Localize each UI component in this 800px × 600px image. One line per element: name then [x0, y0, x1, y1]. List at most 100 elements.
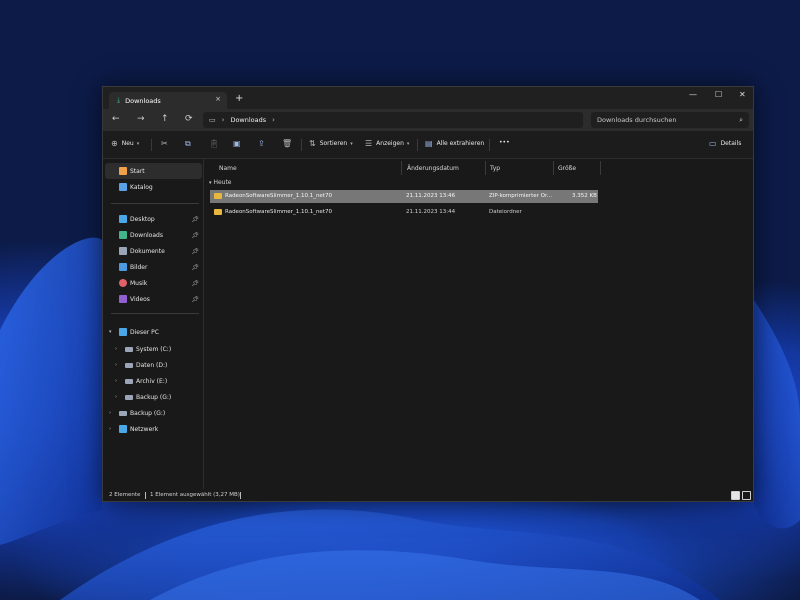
pin-icon[interactable]: 📌︎: [191, 296, 199, 303]
paste-icon: 📋︎: [209, 139, 220, 148]
cut-button[interactable]: ✂: [161, 139, 172, 148]
more-options-button[interactable]: •••: [499, 139, 510, 146]
column-header-size[interactable]: Größe: [558, 165, 576, 172]
details-button[interactable]: ▭ Details: [709, 139, 741, 148]
file-date: 21.11.2023 13:44: [406, 209, 456, 215]
sidebar-item-label: Dieser PC: [130, 328, 159, 336]
copy-button[interactable]: ⧉: [185, 139, 195, 149]
more-label: •••: [499, 139, 510, 146]
drive-icon: [125, 346, 133, 352]
sidebar-item-netzwerk[interactable]: › Netzwerk: [105, 421, 202, 437]
toolbar-divider: [489, 139, 490, 151]
chevron-down-icon[interactable]: ▾: [109, 329, 112, 335]
sidebar-item-katalog[interactable]: Katalog: [105, 179, 202, 195]
view-button[interactable]: ☰ Anzeigen ▾: [365, 139, 409, 148]
chevron-right-icon[interactable]: ›: [115, 346, 117, 352]
close-button[interactable]: ✕: [739, 90, 746, 99]
sidebar-item-daten-d[interactable]: › Daten (D:): [105, 357, 202, 373]
pin-icon[interactable]: 📌︎: [191, 264, 199, 271]
address-bar[interactable]: ▭ › Downloads ›: [203, 112, 583, 128]
sidebar-item-videos[interactable]: Videos 📌︎: [105, 291, 202, 307]
status-bar: 2 Elemente 1 Element ausgewählt (3,27 MB…: [103, 489, 753, 501]
back-button[interactable]: ←: [112, 114, 120, 124]
group-header-today[interactable]: ▾ Heute: [209, 179, 232, 186]
table-row[interactable]: RadeonSoftwareSlimmer_1.10.1_net70 21.11…: [210, 190, 598, 203]
sidebar-item-label: Daten (D:): [136, 361, 168, 369]
maximize-button[interactable]: ☐: [715, 90, 722, 99]
sidebar-item-label: Netzwerk: [130, 425, 159, 433]
tiles-view-toggle[interactable]: [742, 491, 751, 500]
drive-icon: [125, 394, 133, 400]
search-box[interactable]: Downloads durchsuchen ⌕: [591, 112, 749, 128]
monitor-icon: ▭: [209, 116, 216, 124]
chevron-right-icon[interactable]: ›: [109, 426, 111, 432]
file-rows: RadeonSoftwareSlimmer_1.10.1_net70 21.11…: [204, 190, 598, 230]
new-button[interactable]: ⊕ Neu ▾: [111, 139, 139, 148]
chevron-down-icon: ▾: [350, 140, 353, 147]
chevron-right-icon[interactable]: ›: [115, 378, 117, 384]
details-view-toggle[interactable]: [731, 491, 740, 500]
chevron-right-icon[interactable]: ›: [115, 362, 117, 368]
extract-all-button[interactable]: ▤ Alle extrahieren: [425, 139, 484, 148]
refresh-button[interactable]: ⟳: [185, 114, 193, 124]
minimize-button[interactable]: —: [689, 90, 697, 99]
sidebar-item-archiv-e[interactable]: › Archiv (E:): [105, 373, 202, 389]
sidebar-item-start[interactable]: Start: [105, 163, 202, 179]
chevron-down-icon: ▾: [209, 180, 212, 186]
column-divider[interactable]: [485, 161, 486, 175]
extract-label: Alle extrahieren: [436, 140, 485, 147]
search-input[interactable]: Downloads durchsuchen: [597, 116, 739, 124]
sort-icon: ⇅: [309, 139, 316, 148]
sidebar-item-system-c[interactable]: › System (C:): [105, 341, 202, 357]
title-bar: ⤓ Downloads × + — ☐ ✕: [103, 87, 753, 109]
desktop-icon: [119, 215, 127, 223]
column-header-type[interactable]: Typ: [490, 165, 500, 172]
pin-icon[interactable]: 📌︎: [191, 280, 199, 287]
navigation-bar: ← → ↑ ⟳ ▭ › Downloads › Downloads durchs…: [103, 109, 753, 131]
sidebar-item-dokumente[interactable]: Dokumente 📌︎: [105, 243, 202, 259]
chevron-right-icon[interactable]: ›: [115, 394, 117, 400]
column-divider[interactable]: [553, 161, 554, 175]
view-lines-icon: ☰: [365, 139, 373, 148]
pc-icon: [119, 328, 127, 336]
group-label: Heute: [213, 179, 232, 186]
table-row[interactable]: RadeonSoftwareSlimmer_1.10.1_net70 21.11…: [210, 206, 598, 219]
column-divider[interactable]: [401, 161, 402, 175]
gallery-icon: [119, 183, 127, 191]
new-tab-button[interactable]: +: [235, 93, 243, 104]
pin-icon[interactable]: 📌︎: [191, 248, 199, 255]
copy-icon: ⧉: [185, 139, 191, 148]
sidebar-item-backup-g-drive[interactable]: › Backup (G:): [105, 389, 202, 405]
sort-button[interactable]: ⇅ Sortieren ▾: [309, 139, 353, 148]
item-count: 2 Elemente: [109, 492, 141, 498]
status-divider: [145, 492, 146, 499]
pin-icon[interactable]: 📌︎: [191, 232, 199, 239]
tab-close-icon[interactable]: ×: [215, 95, 221, 103]
rename-button[interactable]: ▣: [233, 139, 245, 148]
sidebar-item-label: Backup (G:): [136, 393, 172, 401]
sidebar-item-dieser-pc[interactable]: ▾ Dieser PC: [105, 324, 202, 340]
share-button[interactable]: ⇪: [258, 139, 269, 148]
tab-label: Downloads: [125, 96, 161, 105]
address-path[interactable]: Downloads: [230, 116, 266, 124]
delete-button[interactable]: 🗑︎: [282, 139, 296, 148]
tab-downloads[interactable]: ⤓ Downloads ×: [109, 92, 227, 109]
column-divider[interactable]: [600, 161, 601, 175]
up-button[interactable]: ↑: [161, 114, 169, 124]
sidebar-item-desktop[interactable]: Desktop 📌︎: [105, 211, 202, 227]
paste-button[interactable]: 📋︎: [209, 139, 223, 148]
column-header-name[interactable]: Name: [219, 165, 237, 172]
sidebar-item-backup-g[interactable]: › Backup (G:): [105, 405, 202, 421]
chevron-down-icon: ▾: [406, 140, 410, 147]
file-date: 21.11.2023 13:46: [406, 193, 456, 199]
column-header-date[interactable]: Änderungsdatum: [407, 165, 459, 172]
chevron-right-icon: ›: [221, 116, 225, 124]
sidebar-item-bilder[interactable]: Bilder 📌︎: [105, 259, 202, 275]
sidebar-item-downloads[interactable]: Downloads 📌︎: [105, 227, 202, 243]
sidebar-item-musik[interactable]: Musik 📌︎: [105, 275, 202, 291]
file-type: Dateiordner: [489, 209, 522, 215]
sidebar-divider: [111, 203, 199, 204]
forward-button[interactable]: →: [137, 114, 145, 124]
chevron-right-icon[interactable]: ›: [109, 410, 111, 416]
pin-icon[interactable]: 📌︎: [191, 216, 199, 223]
